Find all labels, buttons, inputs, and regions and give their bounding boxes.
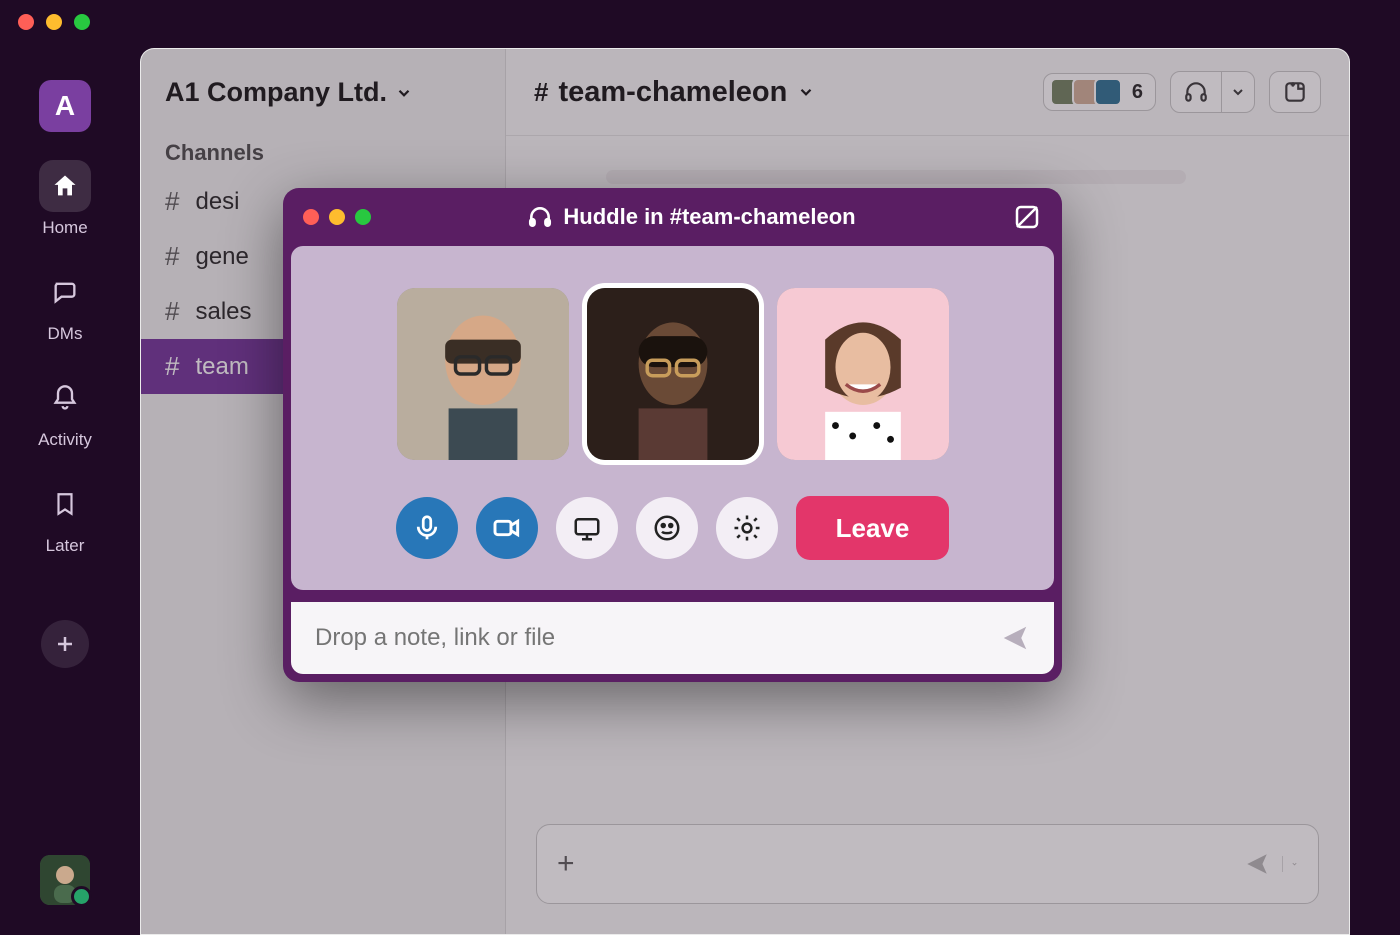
hash-icon: # xyxy=(165,351,179,382)
canvas-icon xyxy=(1282,79,1308,105)
workspace-badge[interactable]: A xyxy=(39,80,91,132)
avatar-face-icon xyxy=(40,855,90,905)
screenshare-button[interactable] xyxy=(556,497,618,559)
rail-dms[interactable]: DMs xyxy=(0,266,130,344)
screen-icon xyxy=(572,513,602,543)
send-icon[interactable] xyxy=(1000,623,1030,653)
skeleton-line xyxy=(606,170,1186,184)
participant-tile[interactable] xyxy=(587,288,759,460)
minimize-window-dot[interactable] xyxy=(46,14,62,30)
rail-activity[interactable]: Activity xyxy=(0,372,130,450)
huddle-note-composer[interactable] xyxy=(291,602,1054,674)
headphones-icon xyxy=(527,204,553,230)
send-icon[interactable] xyxy=(1244,851,1270,877)
headphones-icon xyxy=(1183,79,1209,105)
huddle-controls: Leave xyxy=(396,496,950,560)
chevron-down-icon xyxy=(797,83,815,101)
rail-home[interactable]: Home xyxy=(0,160,130,238)
participant-video xyxy=(397,288,569,460)
microphone-icon xyxy=(412,513,442,543)
macos-traffic-lights xyxy=(0,0,1400,30)
huddle-titlebar: Huddle in #team-chameleon xyxy=(283,188,1062,246)
start-huddle-button[interactable] xyxy=(1170,71,1222,113)
home-icon xyxy=(51,172,79,200)
smile-icon xyxy=(652,513,682,543)
rail-later-label: Later xyxy=(46,536,85,556)
channel-title-button[interactable]: # team-chameleon xyxy=(534,76,815,109)
leave-button[interactable]: Leave xyxy=(796,496,950,560)
close-window-dot[interactable] xyxy=(18,14,34,30)
member-avatars-stack xyxy=(1050,78,1122,106)
huddle-header-button xyxy=(1170,71,1255,113)
participant-tile[interactable] xyxy=(397,288,569,460)
huddle-note-input[interactable] xyxy=(315,624,1000,652)
chevron-down-icon xyxy=(1230,84,1246,100)
plus-icon xyxy=(53,632,77,656)
huddle-title: Huddle in #team-chameleon xyxy=(563,204,855,230)
channel-name: team xyxy=(195,353,248,381)
bookmark-icon xyxy=(52,491,78,517)
canvas-button[interactable] xyxy=(1269,71,1321,113)
participant-grid xyxy=(397,288,949,460)
app-rail: A Home DMs Activity Later xyxy=(0,50,130,935)
channel-name: sales xyxy=(195,298,251,326)
member-count: 6 xyxy=(1132,81,1143,104)
hash-icon: # xyxy=(165,296,179,327)
settings-button[interactable] xyxy=(716,497,778,559)
camera-button[interactable] xyxy=(476,497,538,559)
huddle-window: Huddle in #team-chameleon xyxy=(283,188,1062,682)
hash-icon: # xyxy=(165,186,179,217)
dms-icon xyxy=(51,278,79,306)
gear-icon xyxy=(732,513,762,543)
huddle-zoom-dot[interactable] xyxy=(355,209,371,225)
composer-attach-button[interactable]: + xyxy=(557,847,575,881)
leave-label: Leave xyxy=(836,513,910,543)
huddle-minimize-dot[interactable] xyxy=(329,209,345,225)
members-button[interactable]: 6 xyxy=(1043,73,1156,111)
huddle-body: Leave xyxy=(291,246,1054,590)
zoom-window-dot[interactable] xyxy=(74,14,90,30)
video-icon xyxy=(491,512,523,544)
reactions-button[interactable] xyxy=(636,497,698,559)
rail-add-button[interactable] xyxy=(41,620,89,668)
rail-activity-label: Activity xyxy=(38,430,92,450)
channel-header: # team-chameleon 6 xyxy=(506,49,1349,136)
participant-tile[interactable] xyxy=(777,288,949,460)
hash-icon: # xyxy=(534,77,548,108)
chevron-down-icon[interactable] xyxy=(1282,856,1298,872)
rail-dms-label: DMs xyxy=(48,324,83,344)
bell-icon xyxy=(51,384,79,412)
channel-title: team-chameleon xyxy=(558,76,787,109)
huddle-expand-button[interactable] xyxy=(1012,202,1042,232)
workspace-initial: A xyxy=(55,90,75,122)
hash-icon: # xyxy=(165,241,179,272)
message-composer[interactable]: + xyxy=(536,824,1319,904)
rail-home-label: Home xyxy=(42,218,87,238)
workspace-switcher[interactable]: A1 Company Ltd. xyxy=(141,73,505,132)
huddle-close-dot[interactable] xyxy=(303,209,319,225)
user-avatar[interactable] xyxy=(40,855,90,905)
workspace-name: A1 Company Ltd. xyxy=(165,77,387,108)
expand-icon xyxy=(1012,202,1042,232)
channel-name: gene xyxy=(195,243,248,271)
participant-video xyxy=(587,288,759,460)
mute-button[interactable] xyxy=(396,497,458,559)
huddle-menu-button[interactable] xyxy=(1222,71,1255,113)
participant-video xyxy=(777,288,949,460)
channel-name: desi xyxy=(195,188,239,216)
rail-later[interactable]: Later xyxy=(0,478,130,556)
chevron-down-icon xyxy=(395,84,413,102)
member-avatar xyxy=(1094,78,1122,106)
channels-section-header[interactable]: Channels xyxy=(141,132,505,174)
